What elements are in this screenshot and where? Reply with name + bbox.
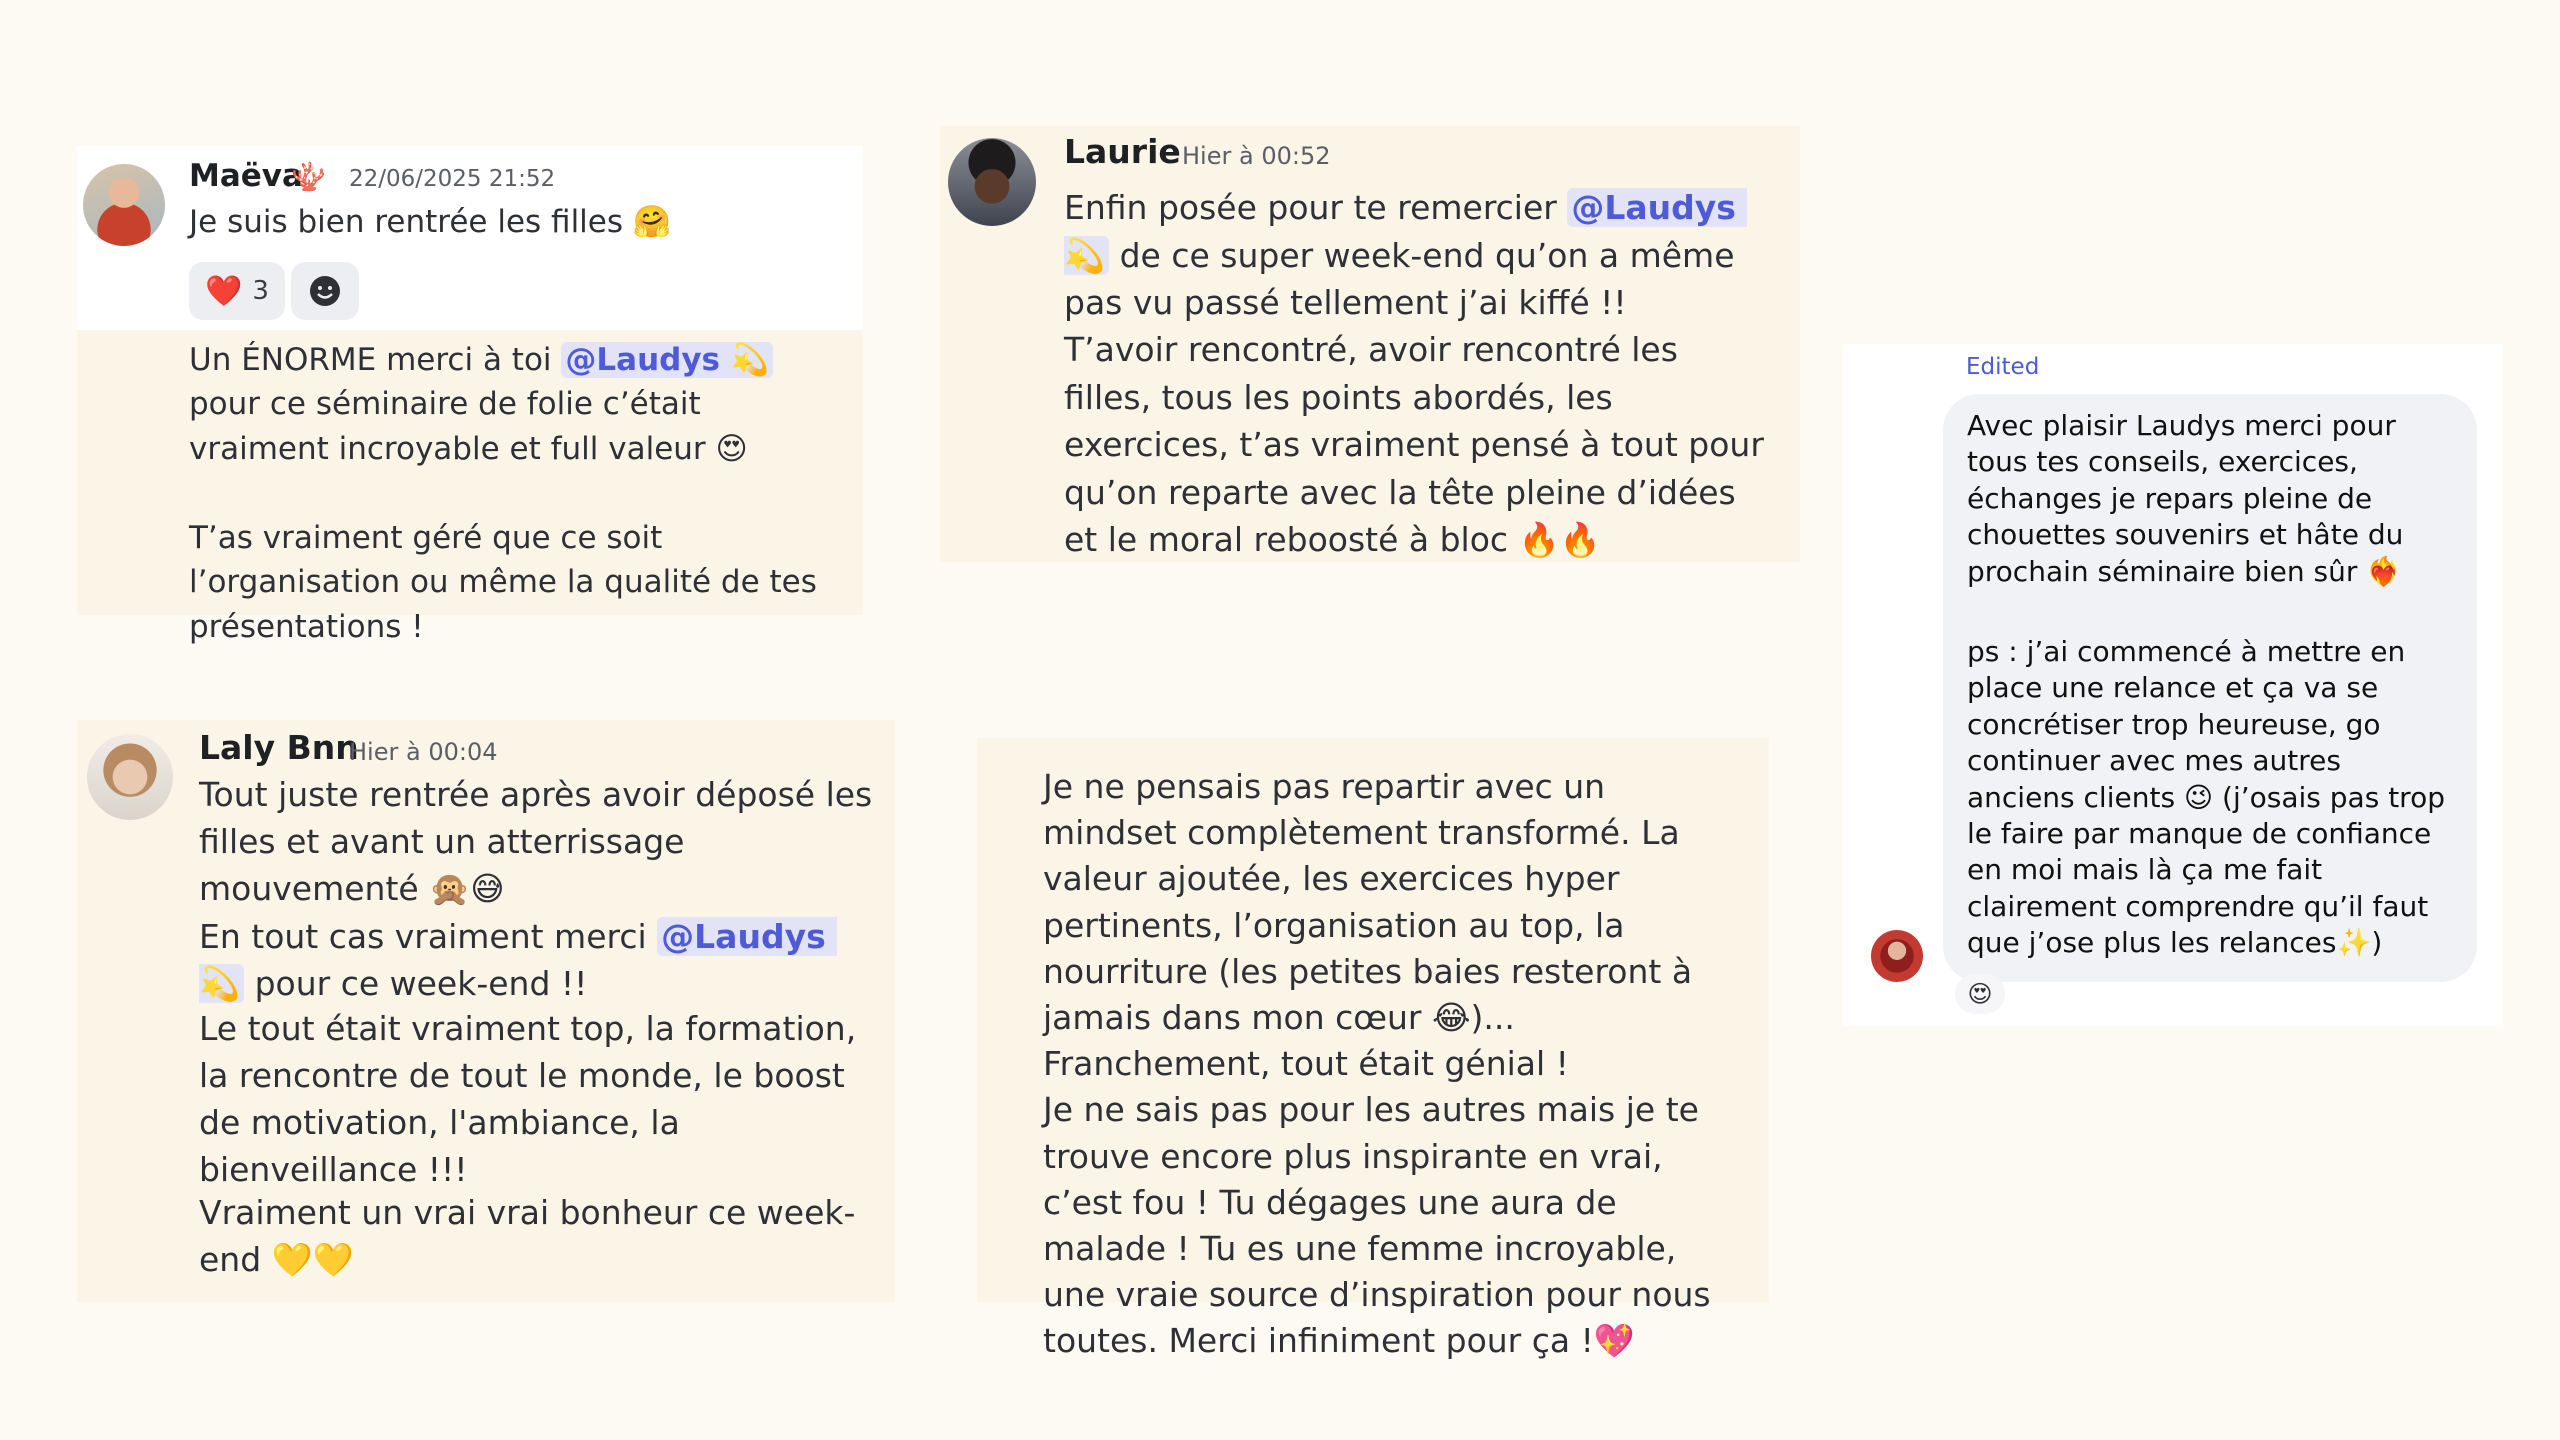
testimonial-card: Je ne pensais pas repartir avec un minds… xyxy=(977,738,1769,1360)
heart-reaction-button[interactable]: ❤️ 3 xyxy=(189,262,285,320)
laurie-message-1-a: Enfin posée pour te remercier xyxy=(1064,188,1568,227)
reply-bubble[interactable]: Avec plaisir Laudys merci pour tous tes … xyxy=(1943,394,2477,982)
edited-label: Edited xyxy=(1966,354,2040,380)
laudys-mention[interactable]: @Laudys 💫 xyxy=(561,342,774,378)
laly-message-3: Le tout était vraiment top, la formation… xyxy=(199,1009,867,1189)
add-reaction-button[interactable] xyxy=(291,262,359,320)
laurie-avatar[interactable] xyxy=(948,138,1036,226)
maeva-badge-icon: 🪸 xyxy=(291,160,326,193)
laurie-message-1-b: de ce super week-end qu’on a même pas vu… xyxy=(1064,235,1745,323)
laly-message-2: En tout cas vraiment merci @Laudys 💫 pou… xyxy=(199,914,879,1008)
laly-message-2-b: pour ce week-end !! xyxy=(244,963,588,1003)
reply-avatar[interactable] xyxy=(1871,930,1923,982)
reply-paragraph-2: ps : j’ai commencé à mettre en place une… xyxy=(1967,634,2454,960)
laurie-card: Laurie Hier à 00:52 Enfin posée pour te … xyxy=(940,126,1800,562)
laly-username[interactable]: Laly Bnn xyxy=(199,728,359,767)
maeva-header-card: Maëva 🪸 22/06/2025 21:52 Je suis bien re… xyxy=(77,146,863,330)
laly-avatar[interactable] xyxy=(87,734,173,820)
maeva-message-2-a: Un ÉNORME merci à toi xyxy=(189,342,562,378)
instagram-reply-card: Edited Avec plaisir Laudys merci pour to… xyxy=(1843,344,2503,1026)
maeva-message-2: Un ÉNORME merci à toi @Laudys 💫 pour ce … xyxy=(189,338,839,471)
maeva-messages-card: Un ÉNORME merci à toi @Laudys 💫 pour ce … xyxy=(77,330,863,645)
maeva-username[interactable]: Maëva xyxy=(189,158,303,194)
maeva-message-3: T’as vraiment géré que ce soit l’organis… xyxy=(189,520,827,645)
laurie-timestamp: Hier à 00:52 xyxy=(1182,142,1331,170)
laurie-message-1: Enfin posée pour te remercier @Laudys 💫 … xyxy=(1064,184,1774,327)
laurie-message-2: T’avoir rencontré, avoir rencontré les f… xyxy=(1064,330,1775,560)
heart-icon: ❤️ xyxy=(205,273,243,309)
laly-message-4: Vraiment un vrai vrai bonheur ce week-en… xyxy=(199,1193,856,1279)
maeva-message-1: Je suis bien rentrée les filles 🤗 xyxy=(189,204,672,240)
laly-card: Laly Bnn Hier à 00:04 Tout juste rentrée… xyxy=(77,720,895,1302)
testimonial-text: Je ne pensais pas repartir avec un minds… xyxy=(1043,767,1711,1361)
reply-paragraph-1: Avec plaisir Laudys merci pour tous tes … xyxy=(1967,409,2413,588)
laurie-username[interactable]: Laurie xyxy=(1064,132,1181,171)
maeva-avatar[interactable] xyxy=(83,164,165,246)
heart-eyes-reaction[interactable]: 😍 xyxy=(1955,974,2005,1014)
laly-message-2-a: En tout cas vraiment merci xyxy=(199,917,658,956)
laly-message-1: Tout juste rentrée après avoir déposé le… xyxy=(199,775,883,908)
reaction-count: 3 xyxy=(252,276,269,306)
laly-timestamp: Hier à 00:04 xyxy=(349,738,498,766)
smiley-add-icon xyxy=(310,276,340,306)
maeva-timestamp: 22/06/2025 21:52 xyxy=(349,166,556,192)
heart-eyes-icon: 😍 xyxy=(1967,980,1993,1008)
